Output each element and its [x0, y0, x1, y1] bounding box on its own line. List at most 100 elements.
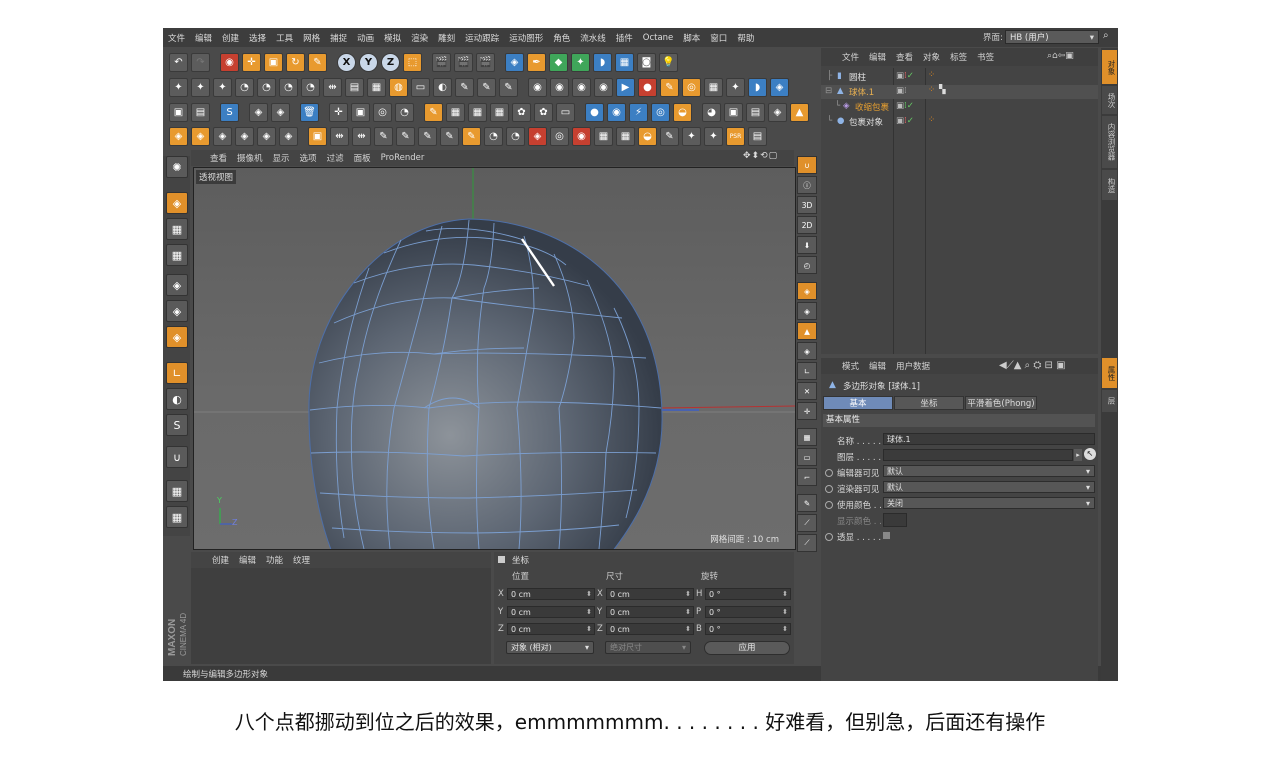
workplane-icon[interactable]: ▦ — [166, 244, 188, 266]
mode-icon-15[interactable]: ◔ — [484, 126, 503, 146]
plugin-icon-2[interactable]: ✦ — [191, 77, 210, 97]
tool-icon-7[interactable]: ▦ — [468, 102, 487, 122]
material-tag-icon[interactable]: ⁘ — [928, 115, 935, 125]
object-name[interactable]: 圆柱 — [849, 71, 866, 83]
object-row-shrinkwrap[interactable]: └ ◈ 收缩包裹 ▣⁞✓ — [821, 100, 1098, 114]
size-z-field[interactable]: 0 cm — [606, 623, 694, 635]
plugin-icon-8[interactable]: ⇹ — [323, 77, 342, 97]
material-menu-function[interactable]: 功能 — [261, 554, 288, 566]
rot-b-field[interactable]: 0 ° — [705, 623, 791, 635]
mode-icon-14[interactable]: ✎ — [462, 126, 481, 146]
side-tab-attributes[interactable]: 属性 — [1102, 358, 1117, 388]
material-tag-icon[interactable]: ⁘ — [928, 70, 935, 80]
pos-x-field[interactable]: 0 cm — [507, 588, 595, 600]
object-name[interactable]: 包裹对象 — [849, 116, 883, 128]
menu-select[interactable]: 选择 — [244, 32, 271, 44]
viewport-menu-filter[interactable]: 过滤 — [322, 152, 349, 164]
use-color-dropdown[interactable]: 关闭 — [883, 497, 1095, 509]
tool-icon-9[interactable]: ✿ — [512, 102, 531, 122]
viewport-menu-panel[interactable]: 面板 — [349, 152, 376, 164]
pin-tool-icon[interactable]: ⬇ — [797, 236, 817, 254]
workplane-lock-icon[interactable]: ▦ — [166, 480, 188, 502]
use-color-radio[interactable] — [825, 501, 833, 509]
trash-icon[interactable]: 🗑 — [300, 102, 319, 122]
tool-icon-12[interactable]: ● — [585, 102, 604, 122]
3d-snap-icon[interactable]: 3D — [797, 196, 817, 214]
tool-icon-11[interactable]: ▭ — [556, 102, 575, 122]
mode-icon-20[interactable]: ▦ — [594, 126, 613, 146]
subdivision-icon[interactable]: ◆ — [549, 52, 568, 72]
planar-workplane-icon[interactable]: ▦ — [166, 506, 188, 528]
object-menu-file[interactable]: 文件 — [837, 51, 864, 63]
plugin-icon-16[interactable]: ✎ — [499, 77, 518, 97]
apply-button[interactable]: 应用 — [704, 641, 790, 655]
snap-guide-icon[interactable]: ▭ — [797, 448, 817, 466]
menu-tools[interactable]: 工具 — [271, 32, 298, 44]
plugin-icon-17[interactable]: ◉ — [528, 77, 547, 97]
undo-icon[interactable]: ↶ — [169, 52, 188, 72]
snap-point-icon[interactable]: ◈ — [797, 282, 817, 300]
side-tab-layers[interactable]: 层 — [1102, 390, 1117, 412]
snap-grid-icon[interactable]: ▦ — [797, 428, 817, 446]
plugin-icon-27[interactable]: ◗ — [748, 77, 767, 97]
menu-create[interactable]: 创建 — [217, 32, 244, 44]
layer-arrow-icon[interactable]: ▸ — [1074, 449, 1082, 461]
object-row-wrap-target[interactable]: └ ● 包裹对象 ▣⁞✓ ⁘ — [821, 115, 1098, 129]
plugin-icon-18[interactable]: ◉ — [550, 77, 569, 97]
render-settings-icon[interactable]: 🎬 — [476, 52, 495, 72]
tool-icon-4[interactable]: ◔ — [395, 102, 414, 122]
object-menu-bookmarks[interactable]: 书签 — [972, 51, 999, 63]
menu-mograph[interactable]: 运动图形 — [504, 32, 548, 44]
object-row-cylinder[interactable]: ├ ▮ 圆柱 ▣⁞✓ ⁘ — [821, 70, 1098, 84]
object-name[interactable]: 收缩包裹 — [855, 101, 889, 113]
object-name[interactable]: 球体.1 — [849, 86, 874, 98]
tool-icon-16[interactable]: ◒ — [673, 102, 692, 122]
menu-plugins[interactable]: 插件 — [611, 32, 638, 44]
tool-icon-17[interactable]: ◕ — [702, 102, 721, 122]
menu-sculpt[interactable]: 雕刻 — [433, 32, 460, 44]
editor-visible-radio[interactable] — [825, 469, 833, 477]
layer-field[interactable] — [883, 449, 1073, 461]
rot-p-field[interactable]: 0 ° — [705, 606, 791, 618]
object-menu-tags[interactable]: 标签 — [945, 51, 972, 63]
menu-character[interactable]: 角色 — [548, 32, 575, 44]
pos-z-field[interactable]: 0 cm — [507, 623, 595, 635]
menu-file[interactable]: 文件 — [163, 32, 190, 44]
side-tab-takes[interactable]: 场次 — [1102, 86, 1117, 114]
plugin-icon-9[interactable]: ▤ — [345, 77, 364, 97]
tool-icon-15[interactable]: ◎ — [651, 102, 670, 122]
points-mode-icon[interactable]: ◈ — [166, 274, 188, 296]
mode-icon-8[interactable]: ⇹ — [330, 126, 349, 146]
light-icon[interactable]: 💡 — [659, 52, 678, 72]
snap-axis-icon[interactable]: ∟ — [797, 362, 817, 380]
menu-edit[interactable]: 编辑 — [190, 32, 217, 44]
script-icon[interactable]: S — [220, 102, 239, 122]
snap-tool-icon-c[interactable]: ⟋ — [797, 534, 817, 552]
material-menu-texture[interactable]: 纹理 — [288, 554, 315, 566]
mode-icon-22[interactable]: ◒ — [638, 126, 657, 146]
y-axis-icon[interactable]: Y — [359, 52, 378, 72]
object-menu-edit[interactable]: 编辑 — [864, 51, 891, 63]
side-tab-structure[interactable]: 构造 — [1102, 170, 1117, 200]
cube-link-icon[interactable]: ◈ — [271, 102, 290, 122]
z-axis-icon[interactable]: Z — [381, 52, 400, 72]
snap-polygon-icon[interactable]: ▲ — [797, 322, 817, 340]
model-mode-icon[interactable]: ◈ — [166, 192, 188, 214]
edges-mode-icon[interactable]: ◈ — [166, 300, 188, 322]
logo-tool-icon[interactable]: ✺ — [166, 156, 188, 178]
plugin-icon-28[interactable]: ◈ — [770, 77, 789, 97]
checker-tag-icon[interactable]: ▚ — [939, 85, 946, 95]
menu-render[interactable]: 渲染 — [406, 32, 433, 44]
mode-icon-1[interactable]: ◈ — [169, 126, 188, 146]
solo-icon[interactable]: S — [166, 414, 188, 436]
attribute-menu-userdata[interactable]: 用户数据 — [891, 360, 935, 372]
cube-icon[interactable]: ◈ — [505, 52, 524, 72]
name-field[interactable]: 球体.1 — [883, 433, 1095, 445]
attribute-nav-icons[interactable]: ◀⟋▲ ⌕ ⛭ ⊟ ▣ — [999, 360, 1066, 371]
tool-icon-21[interactable]: ▲ — [790, 102, 809, 122]
tab-phong[interactable]: 平滑着色(Phong) — [965, 396, 1037, 410]
mode-icon-10[interactable]: ✎ — [374, 126, 393, 146]
mode-icon-12[interactable]: ✎ — [418, 126, 437, 146]
tool-icon-13[interactable]: ◉ — [607, 102, 626, 122]
snap-edge-icon[interactable]: ◈ — [797, 302, 817, 320]
